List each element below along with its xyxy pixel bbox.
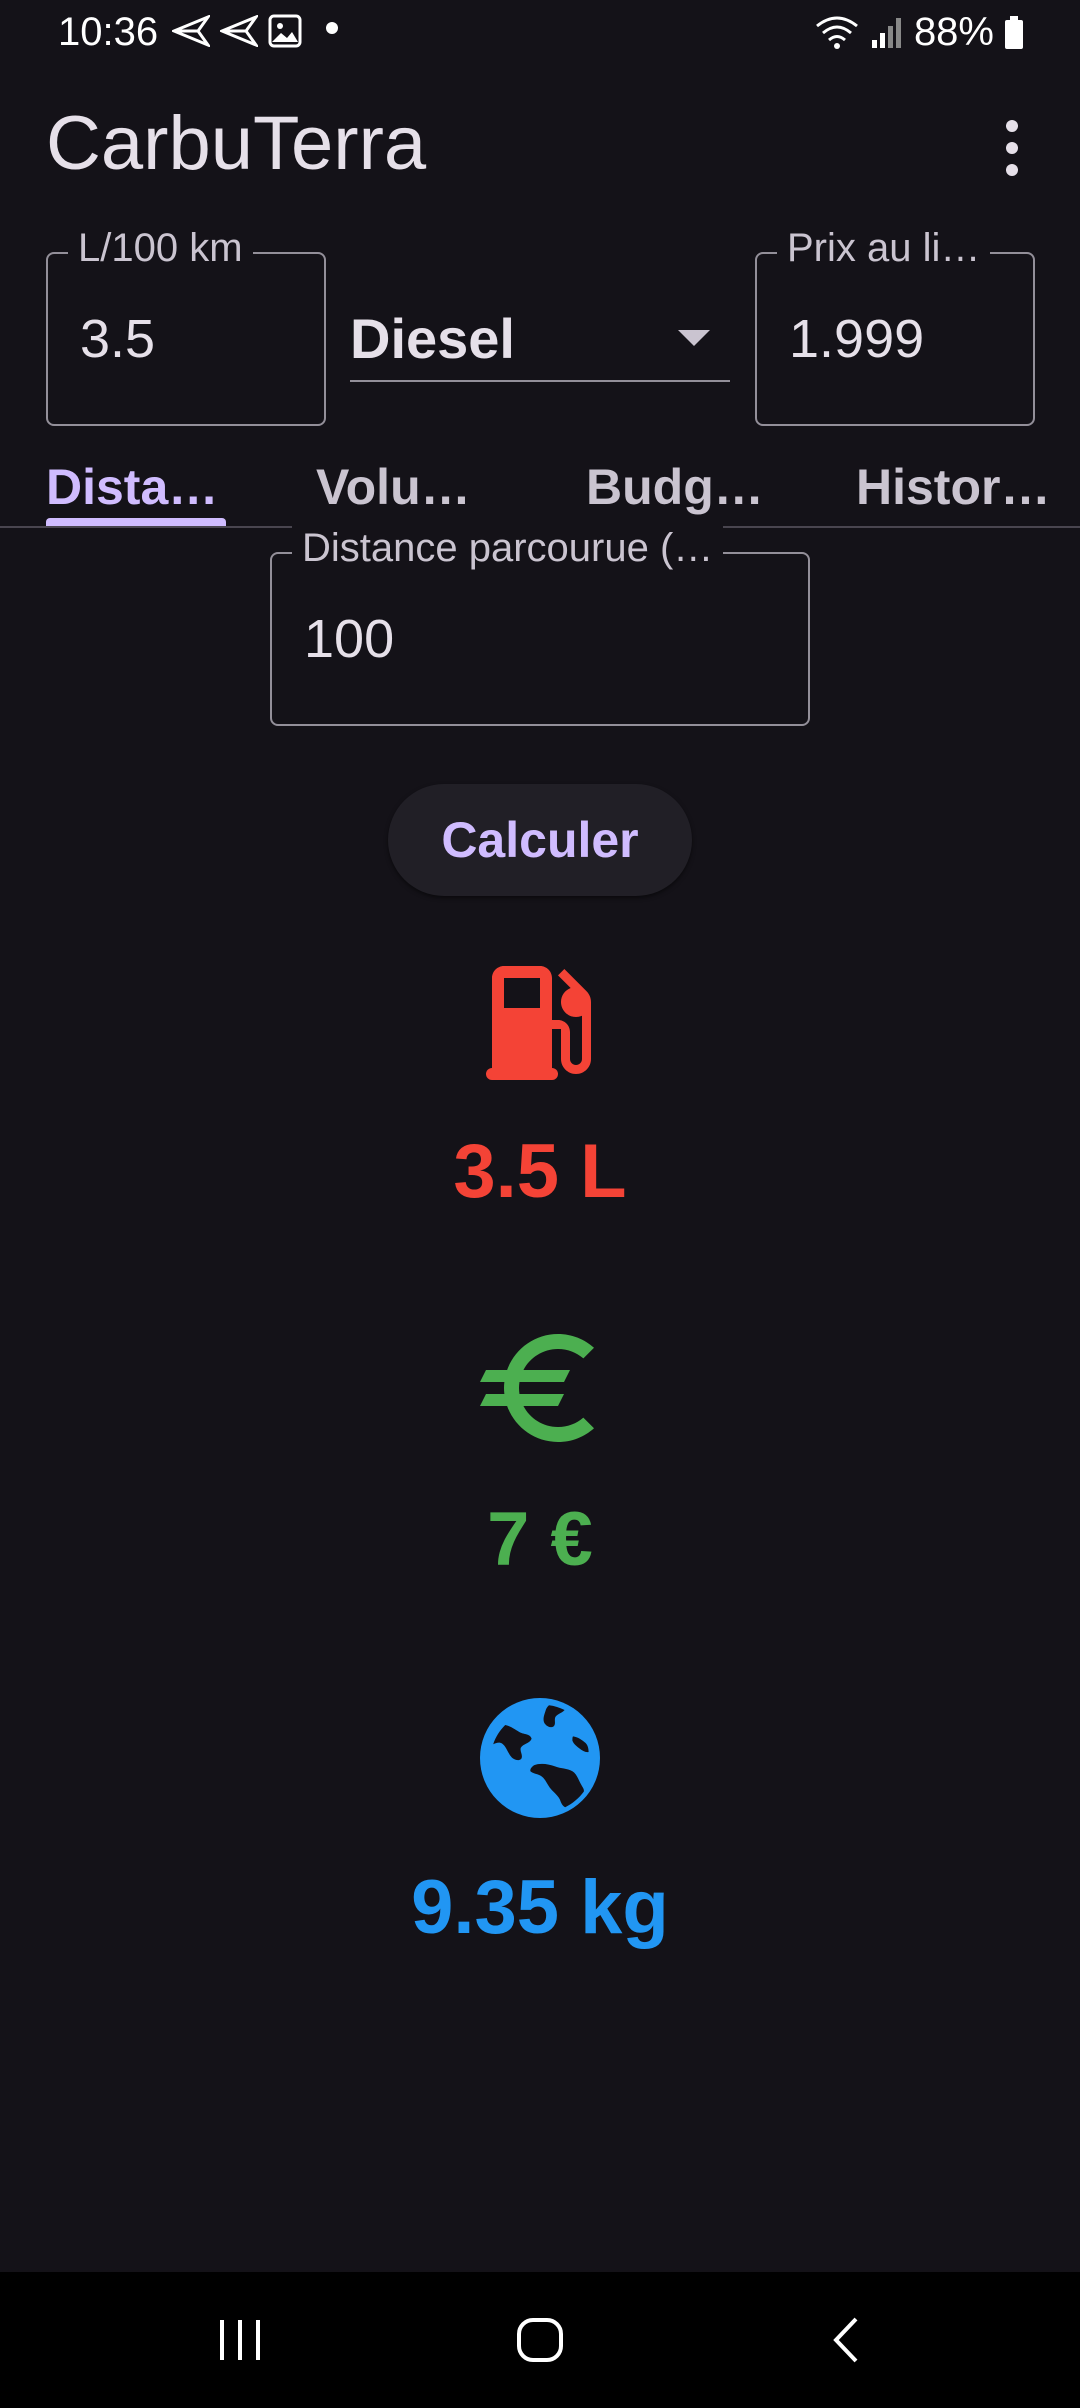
arrow-drop-down-icon [678, 330, 710, 346]
distance-field[interactable]: Distance parcourue (… [270, 526, 810, 726]
consumption-field[interactable]: L/100 km [46, 226, 326, 426]
recent-apps-button[interactable] [200, 2300, 280, 2380]
notification-dot [326, 22, 338, 34]
back-button[interactable] [806, 2300, 886, 2380]
battery-icon [1005, 15, 1023, 49]
send-icon [172, 15, 210, 47]
cost-result: 7 € [487, 1497, 593, 1582]
fuel-type-value: Diesel [350, 307, 515, 370]
tab-budget[interactable]: Budg… [586, 458, 764, 516]
home-icon [517, 2318, 563, 2362]
euro-icon [480, 1334, 594, 1442]
consumption-input[interactable] [80, 308, 306, 370]
notification-icons [172, 14, 302, 48]
battery-percent: 88% [913, 10, 994, 54]
tab-distance[interactable]: Dista… [46, 458, 218, 516]
system-navigation-bar [0, 2272, 1080, 2408]
image-icon [268, 14, 302, 48]
tab-volume[interactable]: Volu… [316, 458, 471, 516]
back-icon [833, 2317, 858, 2363]
co2-result: 9.35 kg [411, 1865, 669, 1950]
distance-input[interactable] [304, 608, 790, 670]
wifi-icon [816, 16, 858, 49]
earth-icon [480, 1698, 600, 1818]
fuel-type-dropdown[interactable]: Diesel [350, 290, 730, 382]
tab-bar: Dista… Volu… Budg… Histor… [0, 440, 1080, 528]
price-input[interactable] [789, 308, 1015, 370]
send-icon [220, 15, 258, 47]
tab-indicator [46, 518, 226, 526]
fuel-pump-icon [486, 966, 591, 1080]
more-options-button[interactable] [990, 112, 1034, 184]
app-title: CarbuTerra [46, 101, 427, 186]
price-field-label: Prix au li… [777, 226, 991, 271]
status-time: 10:36 [58, 10, 159, 54]
status-right: 88% [814, 10, 1024, 55]
price-per-liter-field[interactable]: Prix au li… [755, 226, 1035, 426]
more-vert-icon-dot [1006, 164, 1018, 176]
status-bar: 10:36 88% [0, 0, 1080, 70]
tab-history[interactable]: Histor… [856, 458, 1050, 516]
fuel-result: 3.5 L [453, 1129, 627, 1214]
consumption-field-label: L/100 km [68, 226, 253, 271]
more-vert-icon [1006, 120, 1018, 132]
more-vert-icon-dot [1006, 142, 1018, 154]
signal-icon [871, 17, 901, 48]
recent-apps-icon [220, 2320, 260, 2360]
distance-field-label: Distance parcourue (… [292, 526, 724, 571]
calculate-button[interactable]: Calculer [388, 784, 692, 896]
home-button[interactable] [500, 2300, 580, 2380]
